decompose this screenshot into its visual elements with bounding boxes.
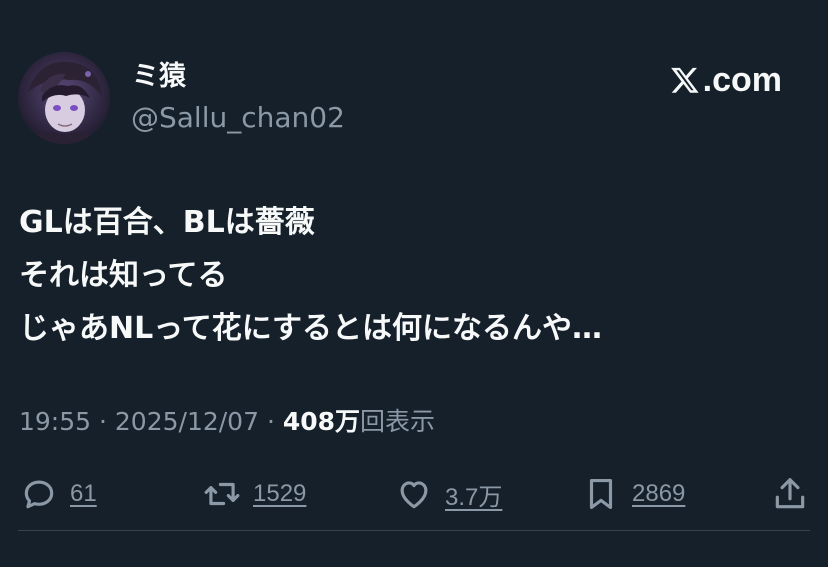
- bookmark-button[interactable]: 2869: [582, 470, 685, 518]
- bookmark-icon: [589, 478, 613, 510]
- repost-count[interactable]: 1529: [253, 480, 306, 508]
- tweet-line: GLは百合、BLは薔薇: [19, 205, 315, 240]
- tweet-metadata: 19:55 · 2025/12/07 · 408万 回表示: [19, 402, 435, 442]
- tweet-line: それは知ってる: [19, 258, 228, 293]
- like-button[interactable]: 3.7万: [395, 470, 502, 518]
- post-time[interactable]: 19:55: [19, 402, 91, 442]
- tweet-card: ミ猿 @Sallu_chan02 .com GLは百合、BLは薔薇 それは知って…: [0, 0, 828, 567]
- post-date[interactable]: 2025/12/07: [115, 402, 259, 442]
- repost-icon: [204, 482, 240, 506]
- site-label: .com: [702, 61, 782, 99]
- site-logo: .com: [669, 60, 782, 100]
- reply-icon: [24, 480, 54, 509]
- reply-count[interactable]: 61: [70, 480, 97, 508]
- heart-icon: [400, 481, 428, 509]
- tweet-text: GLは百合、BLは薔薇 それは知ってる じゃあNLって花にするとは何になるんや…: [19, 196, 809, 355]
- share-button[interactable]: [771, 470, 809, 518]
- reply-button[interactable]: 61: [20, 470, 97, 518]
- avatar-image: [18, 52, 110, 144]
- action-bar: 61 1529 3.7万 2869: [0, 470, 828, 518]
- bookmark-count[interactable]: 2869: [632, 480, 685, 508]
- repost-button[interactable]: 1529: [203, 470, 306, 518]
- divider: [18, 530, 810, 531]
- meta-separator: ·: [266, 407, 275, 436]
- share-icon: [775, 478, 805, 509]
- views-label: 回表示: [360, 407, 436, 436]
- views-count: 408万: [282, 407, 361, 436]
- display-name[interactable]: ミ猿: [132, 60, 186, 94]
- user-handle[interactable]: @Sallu_chan02: [131, 100, 345, 136]
- avatar[interactable]: [18, 52, 110, 144]
- tweet-line: じゃあNLって花にするとは何になるんや…: [19, 311, 603, 346]
- x-logo-icon: [670, 67, 699, 93]
- meta-separator: ·: [99, 407, 107, 436]
- like-count[interactable]: 3.7万: [445, 477, 502, 512]
